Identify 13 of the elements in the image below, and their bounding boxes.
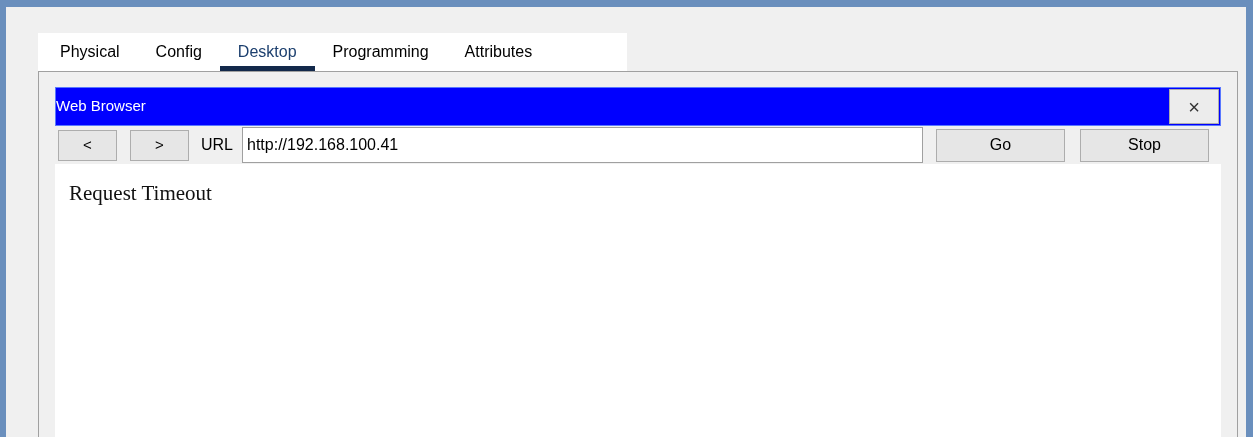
page-message: Request Timeout (69, 181, 212, 205)
tab[interactable]: Programming (314, 37, 447, 71)
stop-button[interactable]: Stop (1080, 128, 1209, 162)
tab[interactable]: Config (137, 37, 220, 71)
window-title: Web Browser (56, 96, 146, 117)
back-button[interactable]: < (58, 129, 117, 161)
url-label: URL (201, 135, 233, 155)
go-button[interactable]: Go (936, 128, 1065, 162)
close-button[interactable]: × (1169, 89, 1219, 124)
forward-button[interactable]: > (130, 129, 189, 161)
tab[interactable]: Physical (42, 37, 138, 71)
url-field[interactable]: http://192.168.100.41 (242, 127, 923, 163)
tab[interactable]: Attributes (446, 37, 551, 71)
